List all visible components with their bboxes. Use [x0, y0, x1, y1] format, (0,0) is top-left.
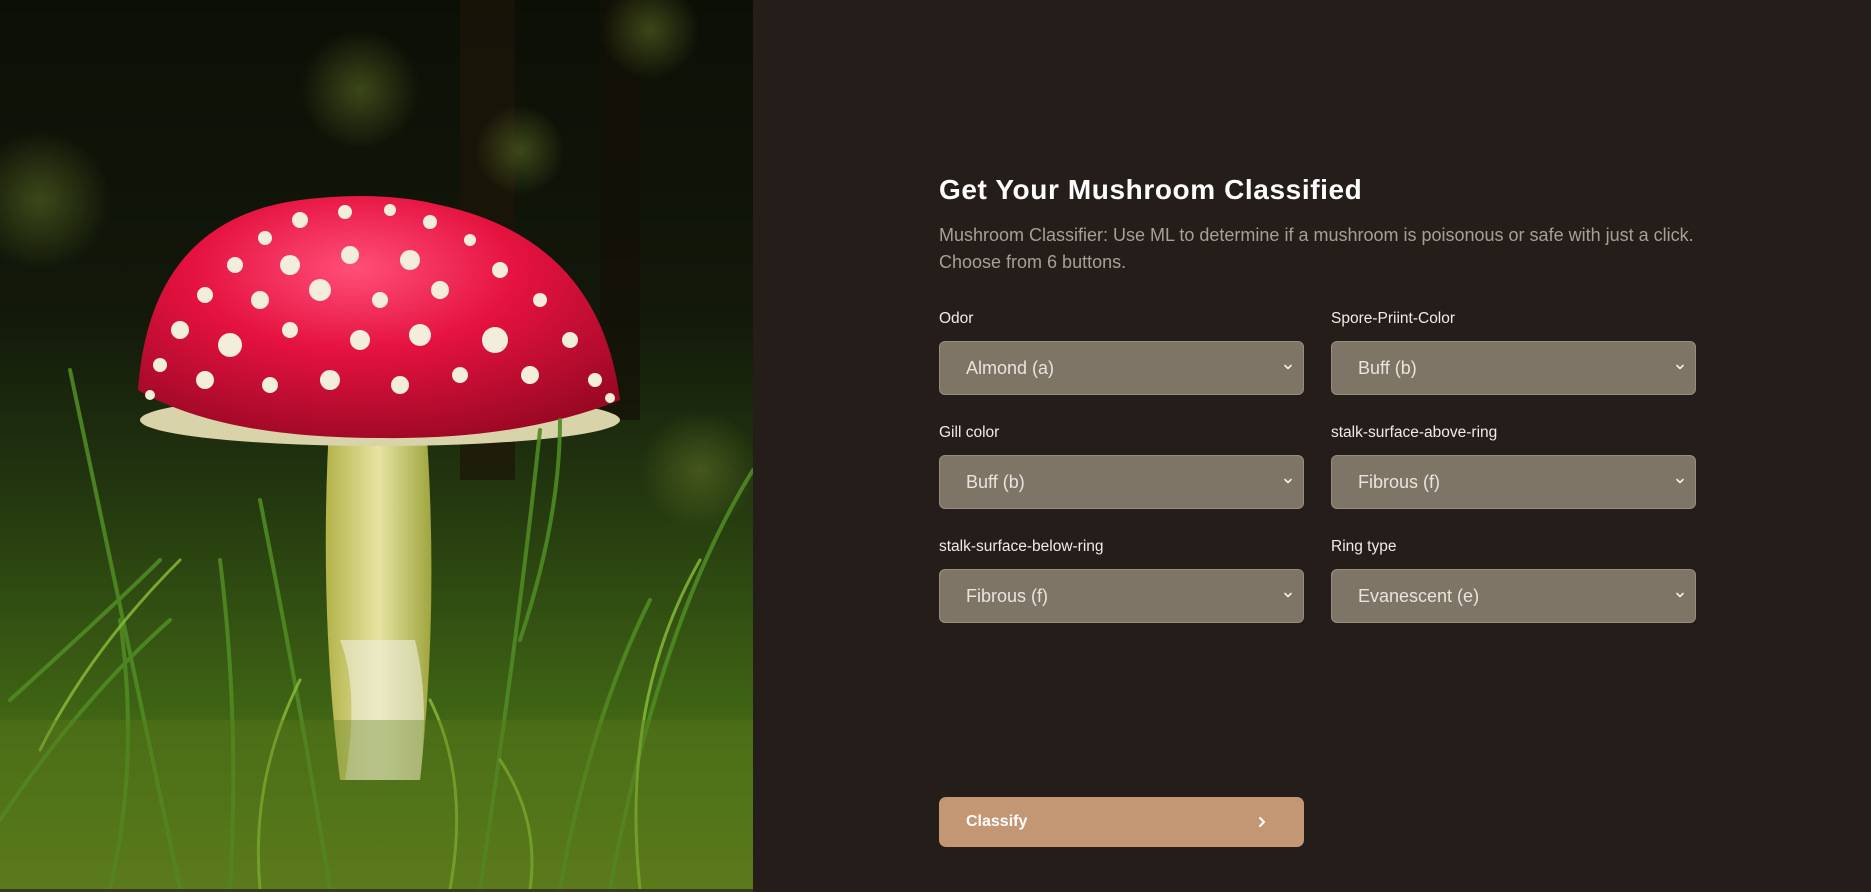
select-value: Buff (b) [1358, 358, 1417, 378]
chevron-right-icon [1259, 817, 1265, 827]
chevron-down-icon [1676, 364, 1684, 370]
page-title: Get Your Mushroom Classified [939, 174, 1363, 205]
field-label: Spore-Priint-Color [1331, 310, 1456, 327]
select-value: Evanescent (e) [1358, 586, 1480, 606]
form-panel: Get Your Mushroom Classified Mushroom Cl… [753, 0, 1871, 892]
field-label: stalk-surface-above-ring [1331, 424, 1498, 441]
select-value: Fibrous (f) [966, 586, 1049, 606]
page-description: Mushroom Classifier: Use ML to determine… [939, 225, 1694, 272]
chevron-down-icon [1676, 478, 1684, 484]
form-fields: Odor Almond (a) Spore-Priint-Color Buff … [939, 309, 1709, 847]
field-ring-type: Ring type Evanescent (e) [1331, 537, 1696, 623]
classify-button-label: Classify [966, 813, 1028, 830]
classifier-form: Get Your Mushroom Classified Mushroom Cl… [939, 168, 1709, 847]
classify-button[interactable]: Classify [939, 797, 1304, 847]
ring-type-select[interactable]: Evanescent (e) [1331, 569, 1696, 623]
field-label: Ring type [1331, 538, 1397, 555]
chevron-down-icon [1284, 592, 1292, 598]
field-stalk-surface-below-ring: stalk-surface-below-ring Fibrous (f) [939, 537, 1304, 623]
gill-color-select[interactable]: Buff (b) [939, 455, 1304, 509]
field-stalk-surface-above-ring: stalk-surface-above-ring Fibrous (f) [1331, 423, 1696, 509]
chevron-down-icon [1284, 364, 1292, 370]
field-gill-color: Gill color Buff (b) [939, 423, 1304, 509]
odor-select[interactable]: Almond (a) [939, 341, 1304, 395]
field-spore-print-color: Spore-Priint-Color Buff (b) [1331, 309, 1696, 395]
chevron-down-icon [1676, 592, 1684, 598]
field-label: Gill color [939, 424, 1000, 441]
select-value: Fibrous (f) [1358, 472, 1441, 492]
page: Get Your Mushroom Classified Mushroom Cl… [0, 0, 1871, 892]
mushroom-hero-image [0, 0, 753, 889]
stalk-surface-above-ring-select[interactable]: Fibrous (f) [1331, 455, 1696, 509]
field-label: Odor [939, 310, 974, 327]
field-odor: Odor Almond (a) [939, 309, 1304, 395]
field-label: stalk-surface-below-ring [939, 538, 1104, 555]
stalk-surface-below-ring-select[interactable]: Fibrous (f) [939, 569, 1304, 623]
select-value: Almond (a) [966, 358, 1055, 378]
select-value: Buff (b) [966, 472, 1025, 492]
spore-print-color-select[interactable]: Buff (b) [1331, 341, 1696, 395]
chevron-down-icon [1284, 478, 1292, 484]
